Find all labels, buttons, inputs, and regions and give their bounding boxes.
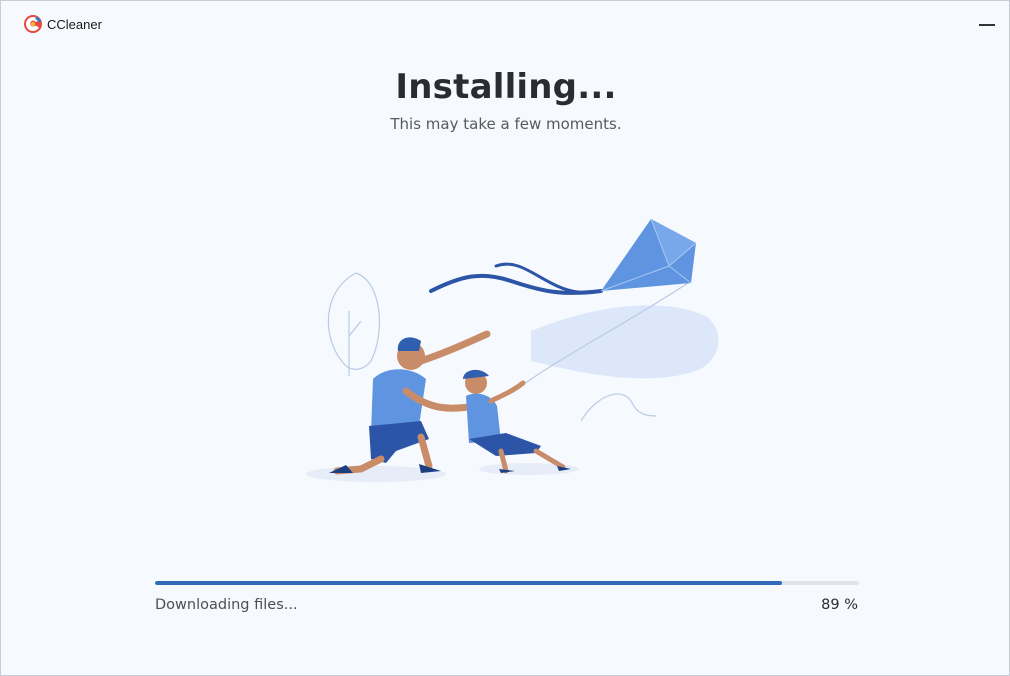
progress-status: Downloading files... [155,597,298,613]
kite-flying-illustration [306,218,719,482]
progress-bar [155,581,859,585]
ccleaner-logo-icon [24,15,42,33]
installer-window: CCleaner Installing... This may take a f… [0,0,1010,676]
page-title: Installing... [395,67,617,107]
progress-percent: 89 % [821,597,858,613]
minimize-icon [979,24,995,26]
app-name: CCleaner [47,17,102,32]
progress-fill [155,581,782,585]
title-bar[interactable]: CCleaner [1,1,1009,47]
page-subtitle: This may take a few moments. [390,115,622,133]
minimize-button[interactable] [975,11,999,35]
